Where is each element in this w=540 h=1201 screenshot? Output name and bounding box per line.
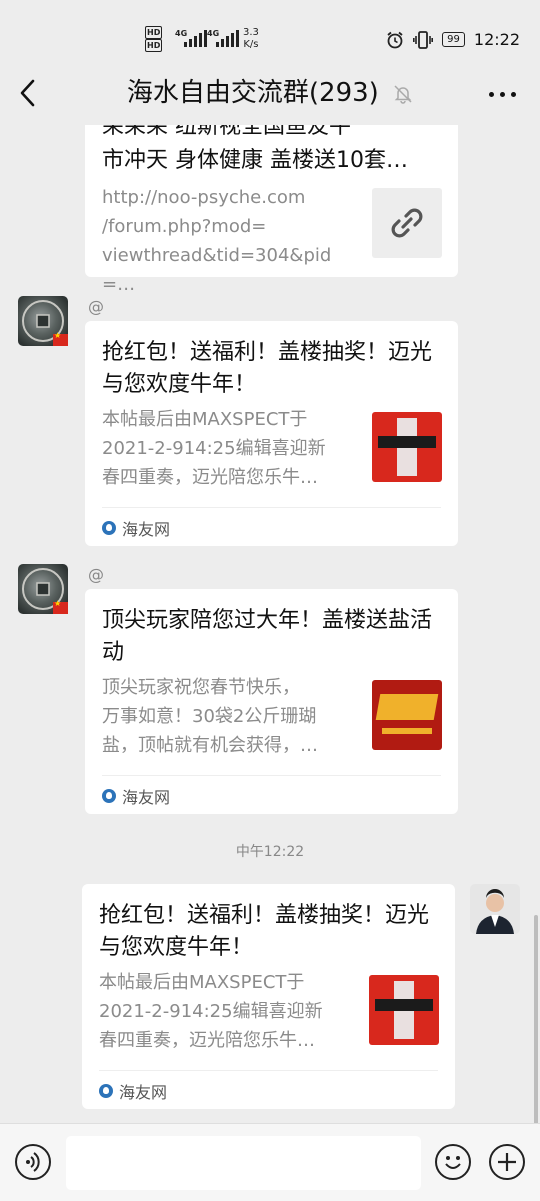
card-title: 顶尖玩家陪您过大年！盖楼送盐活动 <box>102 608 433 665</box>
card-source: 海友网 <box>99 1079 167 1103</box>
link-thumbnail <box>372 188 442 258</box>
chat-header: 海水自由交流群(293) <box>0 58 540 130</box>
card-divider <box>99 1070 438 1071</box>
card-thumbnail <box>372 680 442 750</box>
network-speed: 3.3 K/s <box>243 27 259 51</box>
mention-label: @ <box>88 297 104 316</box>
clock: 12:22 <box>473 30 520 49</box>
card-thumbnail <box>372 412 442 482</box>
chat-title: 海水自由交流群(293) <box>126 78 379 108</box>
flag-icon <box>53 599 68 614</box>
source-logo-icon <box>102 789 116 803</box>
link-card[interactable]: 呆呆呆 纽斯视全国鱼友牛 市冲天 身体健康 盖楼送10套… http://noo… <box>85 125 458 295</box>
source-label: 海友网 <box>122 520 171 539</box>
signal-icon <box>216 30 239 47</box>
source-label: 海友网 <box>119 1083 168 1102</box>
card-title: 市冲天 身体健康 盖楼送10套… <box>102 148 408 173</box>
link-card[interactable]: 抢红包！送福利！盖楼抽奖！迈光与您欢度牛年！ 本帖最后由MAXSPECT于 20… <box>82 884 455 1109</box>
link-card[interactable]: 顶尖玩家陪您过大年！盖楼送盐活动 顶尖玩家祝您春节快乐， 万事如意！30袋2公斤… <box>85 589 458 814</box>
emoji-icon[interactable] <box>435 1144 471 1180</box>
status-bar: HD HD 4G 4G 3.3 K/s 99 12:22 <box>0 0 540 56</box>
mention-label: @ <box>88 565 104 584</box>
link-card[interactable]: 抢红包！送福利！盖楼抽奖！迈光与您欢度牛年！ 本帖最后由MAXSPECT于 20… <box>85 321 458 546</box>
hd-badge: HD <box>145 39 163 52</box>
speed-unit: K/s <box>243 39 259 50</box>
card-description: 顶尖玩家祝您春节快乐， 万事如意！30袋2公斤珊瑚 盐，顶帖就有机会获得，… <box>102 677 318 756</box>
source-label: 海友网 <box>122 788 171 807</box>
link-icon <box>391 208 423 238</box>
card-source: 海友网 <box>102 516 170 540</box>
source-logo-icon <box>99 1084 113 1098</box>
alarm-icon <box>387 31 403 48</box>
source-logo-icon <box>102 521 116 535</box>
hd-badge: HD <box>145 26 163 39</box>
message-input[interactable] <box>66 1136 421 1190</box>
message-timestamp: 中午12:22 <box>235 844 305 860</box>
card-divider <box>102 507 441 508</box>
card-description: 本帖最后由MAXSPECT于 2021-2-914:25编辑喜迎新 春四重奏，迈… <box>99 972 323 1051</box>
card-thumbnail <box>369 975 439 1045</box>
card-title: 抢红包！送福利！盖楼抽奖！迈光与您欢度牛年！ <box>99 903 430 960</box>
mute-icon <box>394 84 412 104</box>
card-title-partial: 呆呆呆 纽斯视全国鱼友牛 <box>102 125 351 139</box>
card-title: 抢红包！送福利！盖楼抽奖！迈光与您欢度牛年！ <box>102 340 433 397</box>
self-avatar[interactable] <box>470 884 520 934</box>
signal-icon <box>184 30 207 47</box>
battery-icon: 99 <box>442 32 465 47</box>
more-icon[interactable] <box>489 92 516 97</box>
scrollbar[interactable] <box>534 915 538 1125</box>
card-divider <box>102 775 441 776</box>
flag-icon <box>53 331 68 346</box>
chat-area[interactable]: 呆呆呆 纽斯视全国鱼友牛 市冲天 身体健康 盖楼送10套… http://noo… <box>0 125 540 1123</box>
speed-value: 3.3 <box>243 27 259 38</box>
card-description: 本帖最后由MAXSPECT于 2021-2-914:25编辑喜迎新 春四重奏，迈… <box>102 409 326 488</box>
plus-icon[interactable] <box>489 1144 525 1180</box>
vibrate-icon <box>413 30 434 49</box>
chat-title-area: 海水自由交流群(293) <box>0 76 540 110</box>
input-bar <box>0 1123 540 1201</box>
card-source: 海友网 <box>102 784 170 808</box>
network-indicator: HD HD <box>145 26 163 52</box>
voice-icon[interactable] <box>15 1144 51 1180</box>
card-description: http://noo-psyche.com /forum.php?mod= vi… <box>102 187 332 295</box>
